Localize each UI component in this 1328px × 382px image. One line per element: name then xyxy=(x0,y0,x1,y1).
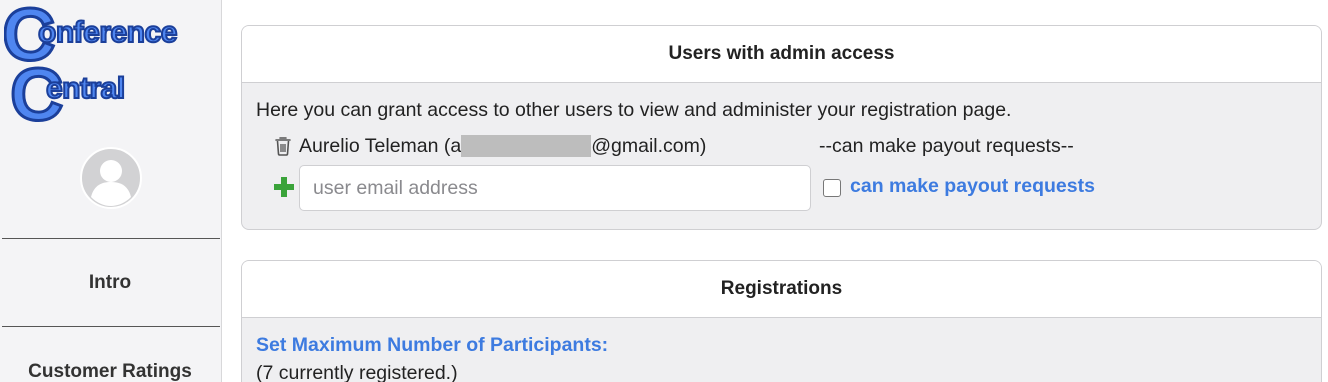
payout-permission-checkbox[interactable] xyxy=(823,179,841,197)
plus-icon[interactable] xyxy=(273,176,295,198)
admin-user-name: Aurelio Teleman (a xyxy=(299,134,462,157)
nav-item-intro[interactable]: Intro xyxy=(0,272,220,294)
logo-word-2: entral xyxy=(46,72,125,105)
set-max-participants-link[interactable]: Set Maximum Number of Participants: xyxy=(256,334,608,357)
logo-word-1: onference xyxy=(38,16,177,49)
admin-user-email-suffix: @gmail.com) xyxy=(591,134,707,157)
sidebar: C onference C entral Intro Customer Rati… xyxy=(0,0,222,382)
registrations-card: Registrations Set Maximum Number of Part… xyxy=(241,260,1322,382)
redacted-email-block xyxy=(461,135,592,157)
admin-access-title: Users with admin access xyxy=(242,26,1321,83)
admin-user-permission: --can make payout requests-- xyxy=(819,135,1074,157)
payout-permission-label[interactable]: can make payout requests xyxy=(850,175,1095,198)
user-email-input[interactable] xyxy=(299,165,811,211)
avatar-icon[interactable] xyxy=(80,147,142,209)
nav-divider xyxy=(2,326,220,327)
registered-count-text: (7 currently registered.) xyxy=(256,362,458,382)
nav-item-customer-ratings[interactable]: Customer Ratings xyxy=(0,361,220,382)
nav-divider xyxy=(2,238,220,239)
trash-icon[interactable] xyxy=(274,136,292,156)
admin-user-row: Aurelio Teleman (a @gmail.com) xyxy=(274,133,706,159)
conference-central-logo[interactable]: C onference C entral xyxy=(4,2,216,124)
registrations-title: Registrations xyxy=(242,261,1321,318)
admin-access-intro: Here you can grant access to other users… xyxy=(256,99,1012,121)
admin-access-card: Users with admin access Here you can gra… xyxy=(241,25,1322,230)
